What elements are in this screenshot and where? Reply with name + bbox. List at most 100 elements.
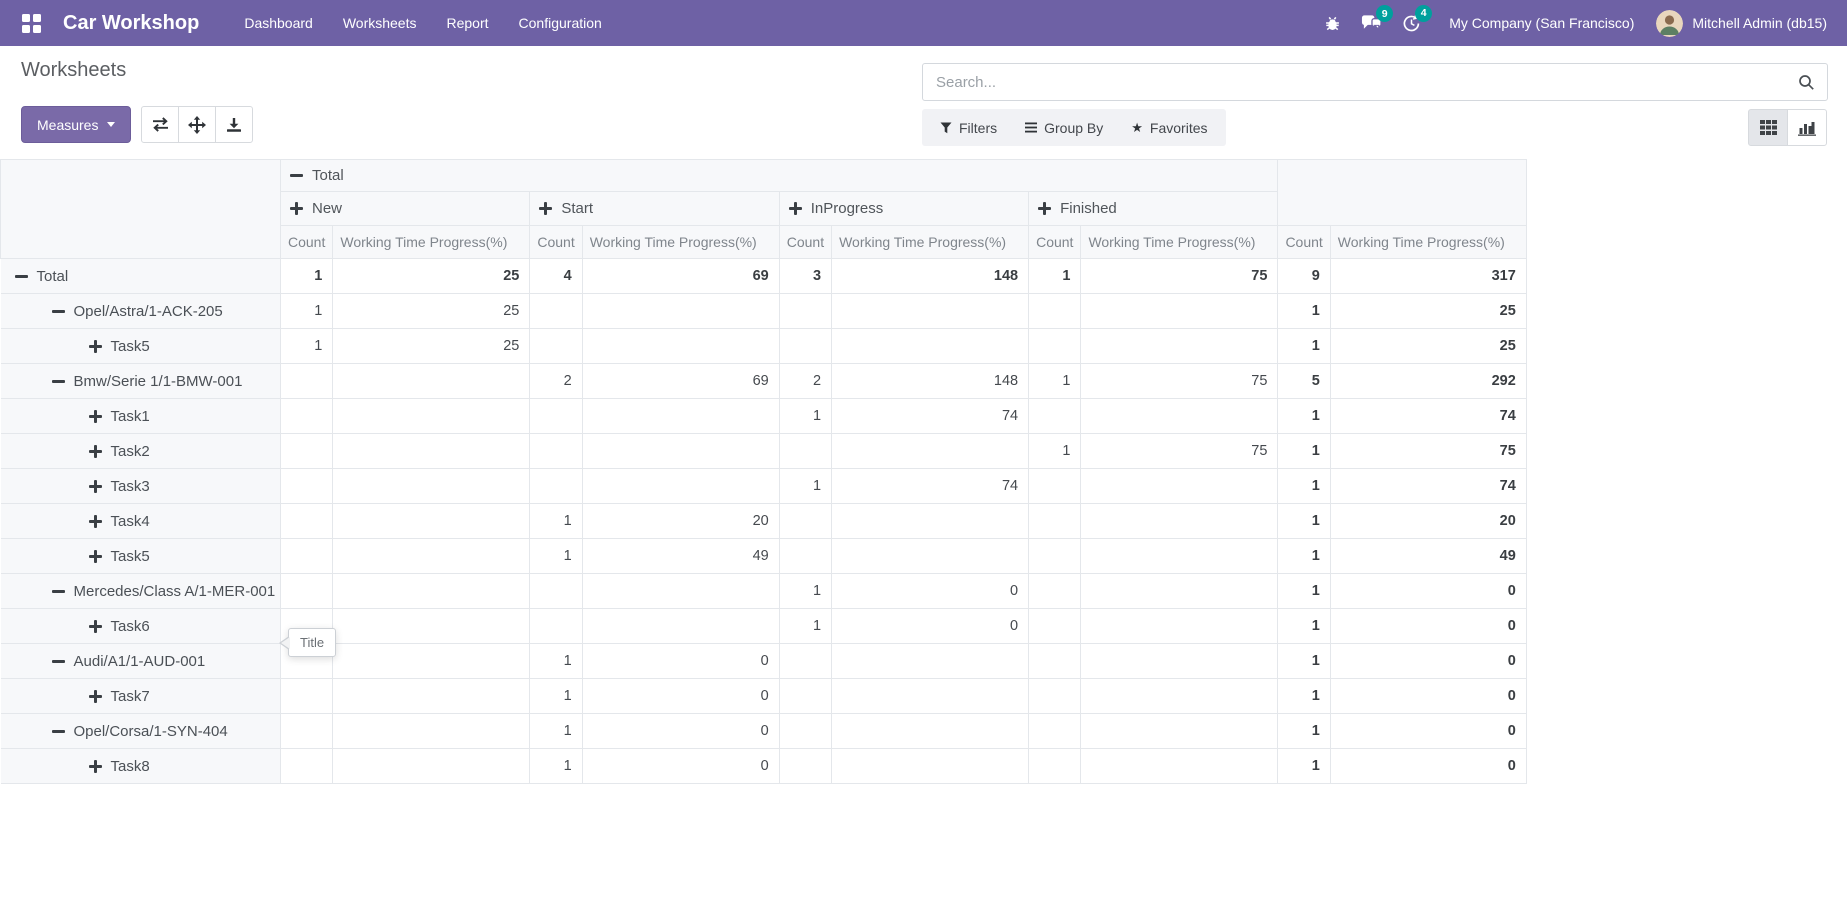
expand-icon — [1038, 202, 1051, 215]
row-header[interactable]: Opel/Astra/1-ACK-205 — [1, 294, 281, 329]
activities-clock-icon[interactable]: 4 — [1392, 8, 1431, 39]
row-header-label: Audi/A1/1-AUD-001 — [74, 653, 206, 670]
col-header-total[interactable]: Total — [281, 160, 1278, 192]
row-header[interactable]: Mercedes/Class A/1-MER-001 — [1, 574, 281, 609]
measure-header-count[interactable]: Count — [1029, 226, 1081, 259]
search-input[interactable] — [923, 74, 1786, 91]
row-header[interactable]: Audi/A1/1-AUD-001 — [1, 644, 281, 679]
measure-header-count[interactable]: Count — [779, 226, 831, 259]
pivot-cell: 0 — [1330, 714, 1526, 749]
measure-header-count[interactable]: Count — [530, 226, 582, 259]
measure-header-progress[interactable]: Working Time Progress(%) — [832, 226, 1029, 259]
measures-button[interactable]: Measures — [21, 106, 131, 143]
col-group-header-new[interactable]: New — [281, 192, 530, 226]
pivot-cell: 317 — [1330, 259, 1526, 294]
collapse-icon — [15, 270, 28, 283]
pivot-cell — [1029, 679, 1081, 714]
measure-header-progress[interactable]: Working Time Progress(%) — [333, 226, 530, 259]
expand-icon — [89, 340, 102, 353]
pivot-cell: 1 — [281, 259, 333, 294]
group-by-button[interactable]: Group By — [1011, 109, 1117, 146]
pivot-cell — [333, 364, 530, 399]
row-header[interactable]: Task3 — [1, 469, 281, 504]
row-header[interactable]: Task1 — [1, 399, 281, 434]
pivot-row: Task71010 — [1, 679, 1527, 714]
app-title: Car Workshop — [63, 12, 199, 35]
nav-item-report[interactable]: Report — [432, 2, 504, 44]
measure-header-progress[interactable]: Working Time Progress(%) — [1081, 226, 1278, 259]
pivot-cell: 25 — [333, 294, 530, 329]
expand-icon — [89, 410, 102, 423]
col-header-total-label: Total — [312, 167, 344, 184]
col-group-header-finished[interactable]: Finished — [1029, 192, 1278, 226]
pivot-cell — [779, 679, 831, 714]
pivot-cell: 0 — [1330, 644, 1526, 679]
row-header-label: Bmw/Serie 1/1-BMW-001 — [74, 373, 243, 390]
pivot-cell — [1029, 574, 1081, 609]
pivot-cell — [582, 434, 779, 469]
bar-chart-view-button[interactable] — [1787, 109, 1827, 146]
group-by-button-label: Group By — [1044, 120, 1103, 136]
pivot-view-button[interactable] — [1748, 109, 1788, 146]
expand-icon — [89, 760, 102, 773]
row-header[interactable]: Task4 — [1, 504, 281, 539]
pivot-cell — [1081, 469, 1278, 504]
measure-header-count[interactable]: Count — [281, 226, 333, 259]
measure-header-count[interactable]: Count — [1278, 226, 1330, 259]
pivot-cell: 1 — [1278, 294, 1330, 329]
user-menu[interactable]: Mitchell Admin (db15) — [1683, 15, 1833, 31]
col-group-label: Start — [561, 200, 593, 217]
avatar[interactable] — [1656, 10, 1683, 37]
col-group-header-inprogress[interactable]: InProgress — [779, 192, 1028, 226]
measure-header-progress[interactable]: Working Time Progress(%) — [582, 226, 779, 259]
row-header[interactable]: Task7 — [1, 679, 281, 714]
row-header-label: Task5 — [111, 548, 150, 565]
row-header[interactable]: Task5 — [1, 539, 281, 574]
flip-axis-button[interactable] — [141, 106, 179, 143]
filters-button[interactable]: Filters — [926, 109, 1011, 146]
top-navbar: Car Workshop Dashboard Worksheets Report… — [0, 0, 1847, 46]
row-header[interactable]: Task6 — [1, 609, 281, 644]
nav-item-worksheets[interactable]: Worksheets — [328, 2, 432, 44]
pivot-cell — [333, 609, 530, 644]
pivot-cell — [1081, 399, 1278, 434]
row-header[interactable]: Task5 — [1, 329, 281, 364]
search-box — [922, 63, 1828, 101]
row-header[interactable]: Total — [1, 259, 281, 294]
pivot-cell: 148 — [832, 259, 1029, 294]
expand-icon — [89, 515, 102, 528]
pivot-row: Task81010 — [1, 749, 1527, 784]
company-switcher[interactable]: My Company (San Francisco) — [1431, 15, 1648, 31]
pivot-cell: 1 — [530, 539, 582, 574]
expand-all-button[interactable] — [178, 106, 216, 143]
measure-header-progress[interactable]: Working Time Progress(%) — [1330, 226, 1526, 259]
row-header[interactable]: Task2 — [1, 434, 281, 469]
row-header[interactable]: Bmw/Serie 1/1-BMW-001 — [1, 364, 281, 399]
nav-item-configuration[interactable]: Configuration — [504, 2, 617, 44]
pivot-cell — [1029, 539, 1081, 574]
debug-bug-icon[interactable] — [1314, 9, 1351, 38]
messages-icon[interactable]: 9 — [1351, 8, 1392, 38]
row-header[interactable]: Opel/Corsa/1-SYN-404 — [1, 714, 281, 749]
pivot-cell — [1081, 609, 1278, 644]
favorites-button[interactable]: ★ Favorites — [1117, 109, 1221, 146]
pivot-cell: 25 — [1330, 329, 1526, 364]
nav-item-dashboard[interactable]: Dashboard — [229, 2, 328, 44]
pivot-cell — [1029, 294, 1081, 329]
row-header[interactable]: Task8 — [1, 749, 281, 784]
download-button[interactable] — [215, 106, 253, 143]
col-group-header-start[interactable]: Start — [530, 192, 779, 226]
pivot-cell — [281, 749, 333, 784]
expand-icon — [789, 202, 802, 215]
search-icon[interactable] — [1786, 74, 1827, 91]
activities-count-badge: 4 — [1415, 5, 1432, 22]
pivot-cell: 1 — [1278, 679, 1330, 714]
row-header-label: Total — [37, 268, 69, 285]
pivot-cell: 9 — [1278, 259, 1330, 294]
pivot-cell — [333, 749, 530, 784]
pivot-row: Task5149149 — [1, 539, 1527, 574]
pivot-cell — [281, 539, 333, 574]
apps-grid-icon[interactable] — [22, 14, 41, 33]
pivot-cell: 1 — [1278, 714, 1330, 749]
pivot-cell: 148 — [832, 364, 1029, 399]
